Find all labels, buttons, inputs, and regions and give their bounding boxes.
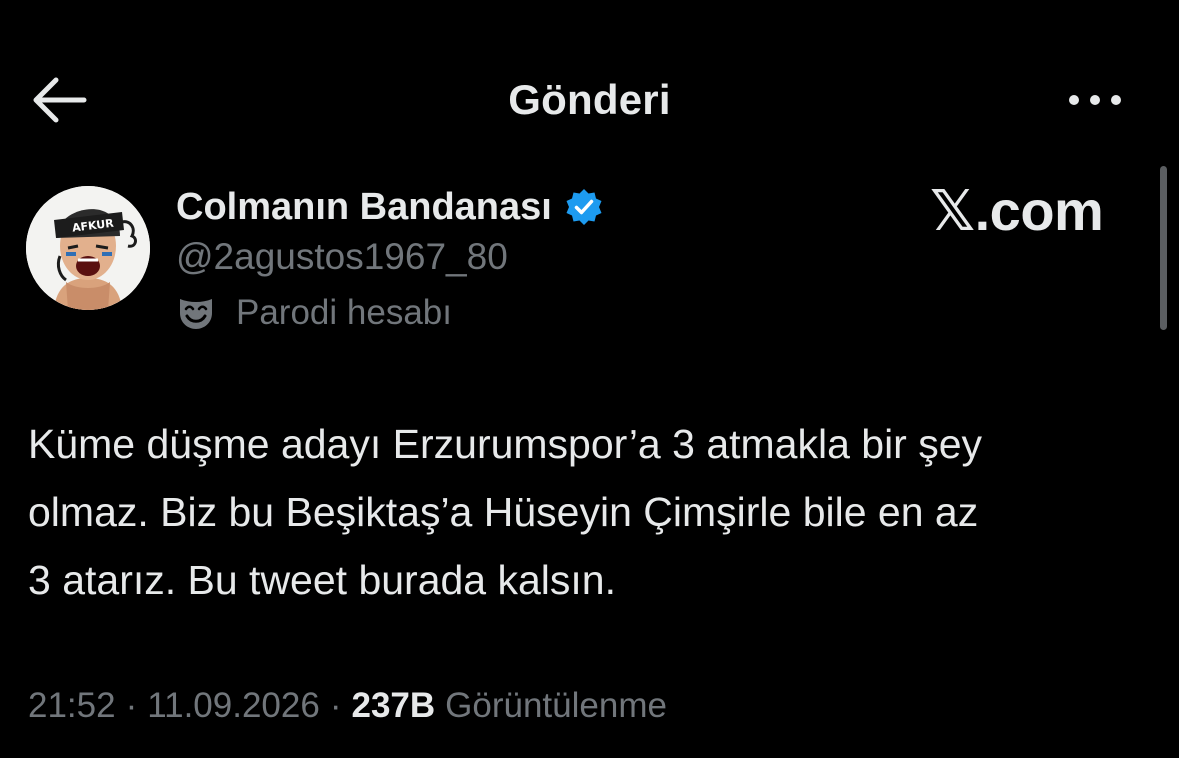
tweet-date[interactable]: 11.09.2026 <box>147 686 320 726</box>
top-navigation-bar: Gönderi <box>0 58 1179 142</box>
author-display-name[interactable]: Colmanın Bandanası <box>176 186 552 229</box>
verified-badge-icon[interactable] <box>564 187 604 227</box>
parody-account-label: Parodi hesabı <box>236 293 452 332</box>
avatar[interactable]: AFKUR <box>26 186 150 310</box>
views-count[interactable]: 237B <box>351 686 435 726</box>
meta-separator: · <box>125 686 138 725</box>
page-title: Gönderi <box>508 76 671 123</box>
tweet-text-line: olmaz. Biz bu Beşiktaş’a Hüseyin Çimşirl… <box>28 489 979 535</box>
views-label[interactable]: Görüntülenme <box>445 686 667 726</box>
avatar-image: AFKUR <box>26 186 150 310</box>
meta-separator: · <box>329 686 342 725</box>
tweet-text-line: 3 atarız. Bu tweet burada kalsın. <box>28 557 616 603</box>
tweet-metadata: 21:52 · 11.09.2026 · 237B Görüntülenme <box>28 682 667 730</box>
parody-account-label-row[interactable]: Parodi hesabı <box>176 290 452 336</box>
tweet-time[interactable]: 21:52 <box>28 686 116 726</box>
author-name-row: Colmanın Bandanası <box>176 182 604 232</box>
more-horizontal-icon <box>1069 95 1121 105</box>
tweet-text: Küme düşme adayı Erzurumspor’a 3 atmakla… <box>28 410 1148 614</box>
more-options-button[interactable] <box>1060 80 1130 120</box>
theater-mask-icon <box>176 293 216 333</box>
scrollbar[interactable] <box>1160 166 1167 330</box>
author-handle[interactable]: @2agustos1967_80 <box>176 236 508 278</box>
tweet-text-line: Küme düşme adayı Erzurumspor’a 3 atmakla… <box>28 421 983 467</box>
x-com-watermark: 𝕏.com <box>930 179 1104 242</box>
